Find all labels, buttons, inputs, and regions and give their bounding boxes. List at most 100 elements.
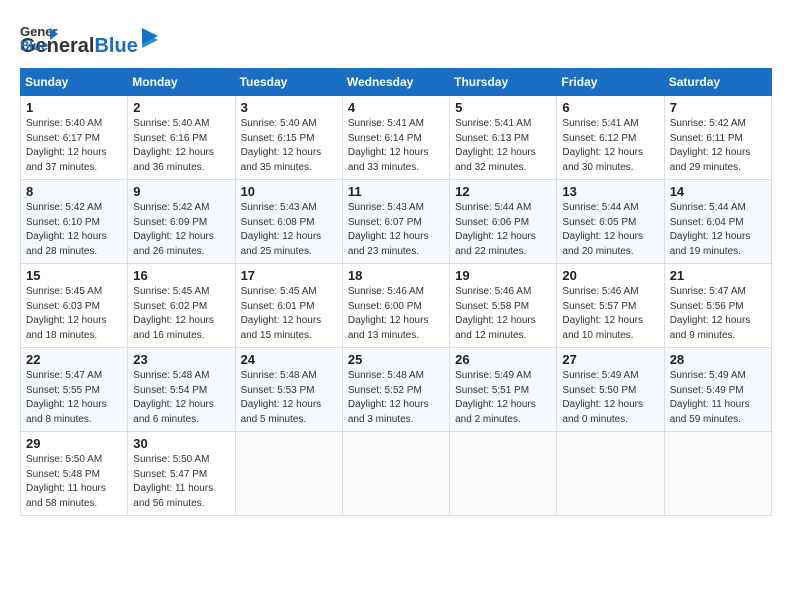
day-info: Sunrise: 5:40 AMSunset: 6:15 PMDaylight:… (241, 117, 337, 175)
day-cell: 15 Sunrise: 5:45 AMSunset: 6:03 PMDayligh… (21, 264, 128, 348)
day-info: Sunrise: 5:46 AMSunset: 5:57 PMDaylight:… (562, 285, 658, 343)
logo-blue: Blue (94, 35, 137, 58)
day-info: Sunrise: 5:44 AMSunset: 6:05 PMDaylight:… (562, 201, 658, 259)
day-cell: 10 Sunrise: 5:43 AMSunset: 6:08 PMDayligh… (235, 180, 342, 264)
day-info: Sunrise: 5:45 AMSunset: 6:02 PMDaylight:… (133, 285, 229, 343)
day-number: 18 (348, 268, 444, 283)
day-number: 9 (133, 184, 229, 199)
day-number: 30 (133, 436, 229, 451)
day-info: Sunrise: 5:42 AMSunset: 6:10 PMDaylight:… (26, 201, 122, 259)
day-info: Sunrise: 5:47 AMSunset: 5:56 PMDaylight:… (670, 285, 766, 343)
day-info: Sunrise: 5:44 AMSunset: 6:06 PMDaylight:… (455, 201, 551, 259)
day-number: 6 (562, 100, 658, 115)
day-cell: 4 Sunrise: 5:41 AMSunset: 6:14 PMDaylight… (342, 96, 449, 180)
day-info: Sunrise: 5:41 AMSunset: 6:13 PMDaylight:… (455, 117, 551, 175)
day-number: 4 (348, 100, 444, 115)
day-number: 3 (241, 100, 337, 115)
day-cell: 27 Sunrise: 5:49 AMSunset: 5:50 PMDayligh… (557, 348, 664, 432)
day-number: 21 (670, 268, 766, 283)
day-cell: 11 Sunrise: 5:43 AMSunset: 6:07 PMDayligh… (342, 180, 449, 264)
day-cell: 26 Sunrise: 5:49 AMSunset: 5:51 PMDayligh… (450, 348, 557, 432)
day-cell: 24 Sunrise: 5:48 AMSunset: 5:53 PMDayligh… (235, 348, 342, 432)
day-cell: 18 Sunrise: 5:46 AMSunset: 6:00 PMDayligh… (342, 264, 449, 348)
day-cell: 1 Sunrise: 5:40 AMSunset: 6:17 PMDaylight… (21, 96, 128, 180)
day-number: 19 (455, 268, 551, 283)
day-info: Sunrise: 5:46 AMSunset: 6:00 PMDaylight:… (348, 285, 444, 343)
day-info: Sunrise: 5:46 AMSunset: 5:58 PMDaylight:… (455, 285, 551, 343)
day-number: 26 (455, 352, 551, 367)
day-number: 27 (562, 352, 658, 367)
day-number: 1 (26, 100, 122, 115)
day-info: Sunrise: 5:50 AMSunset: 5:47 PMDaylight:… (133, 453, 229, 511)
day-cell: 7Sunrise: 5:42 AMSunset: 6:11 PMDaylight… (664, 96, 771, 180)
week-row-1: 1 Sunrise: 5:40 AMSunset: 6:17 PMDaylight… (21, 96, 772, 180)
day-info: Sunrise: 5:47 AMSunset: 5:55 PMDaylight:… (26, 369, 122, 427)
day-cell: 23 Sunrise: 5:48 AMSunset: 5:54 PMDayligh… (128, 348, 235, 432)
day-number: 25 (348, 352, 444, 367)
day-number: 14 (670, 184, 766, 199)
col-header-friday: Friday (557, 69, 664, 96)
day-number: 24 (241, 352, 337, 367)
col-header-tuesday: Tuesday (235, 69, 342, 96)
day-info: Sunrise: 5:40 AMSunset: 6:17 PMDaylight:… (26, 117, 122, 175)
col-header-monday: Monday (128, 69, 235, 96)
day-number: 22 (26, 352, 122, 367)
day-cell: 16 Sunrise: 5:45 AMSunset: 6:02 PMDayligh… (128, 264, 235, 348)
day-cell: 19 Sunrise: 5:46 AMSunset: 5:58 PMDayligh… (450, 264, 557, 348)
day-cell: 2 Sunrise: 5:40 AMSunset: 6:16 PMDaylight… (128, 96, 235, 180)
day-info: Sunrise: 5:42 AMSunset: 6:11 PMDaylight:… (670, 117, 766, 175)
day-info: Sunrise: 5:40 AMSunset: 6:16 PMDaylight:… (133, 117, 229, 175)
day-cell: 5 Sunrise: 5:41 AMSunset: 6:13 PMDaylight… (450, 96, 557, 180)
day-number: 13 (562, 184, 658, 199)
day-info: Sunrise: 5:41 AMSunset: 6:14 PMDaylight:… (348, 117, 444, 175)
day-cell: 6 Sunrise: 5:41 AMSunset: 6:12 PMDaylight… (557, 96, 664, 180)
day-cell: 25 Sunrise: 5:48 AMSunset: 5:52 PMDayligh… (342, 348, 449, 432)
day-info: Sunrise: 5:49 AMSunset: 5:50 PMDaylight:… (562, 369, 658, 427)
day-info: Sunrise: 5:43 AMSunset: 6:08 PMDaylight:… (241, 201, 337, 259)
day-cell: 28Sunrise: 5:49 AMSunset: 5:49 PMDayligh… (664, 348, 771, 432)
header-row: SundayMondayTuesdayWednesdayThursdayFrid… (21, 69, 772, 96)
day-cell: 17Sunrise: 5:45 AMSunset: 6:01 PMDayligh… (235, 264, 342, 348)
day-number: 16 (133, 268, 229, 283)
day-info: Sunrise: 5:41 AMSunset: 6:12 PMDaylight:… (562, 117, 658, 175)
day-cell: 9 Sunrise: 5:42 AMSunset: 6:09 PMDaylight… (128, 180, 235, 264)
col-header-saturday: Saturday (664, 69, 771, 96)
day-cell: 8Sunrise: 5:42 AMSunset: 6:10 PMDaylight… (21, 180, 128, 264)
week-row-4: 22 Sunrise: 5:47 AMSunset: 5:55 PMDayligh… (21, 348, 772, 432)
week-row-5: 29 Sunrise: 5:50 AMSunset: 5:48 PMDayligh… (21, 432, 772, 516)
day-number: 29 (26, 436, 122, 451)
day-info: Sunrise: 5:45 AMSunset: 6:03 PMDaylight:… (26, 285, 122, 343)
day-number: 15 (26, 268, 122, 283)
day-info: Sunrise: 5:45 AMSunset: 6:01 PMDaylight:… (241, 285, 337, 343)
day-cell (557, 432, 664, 516)
day-cell: 21 Sunrise: 5:47 AMSunset: 5:56 PMDayligh… (664, 264, 771, 348)
col-header-thursday: Thursday (450, 69, 557, 96)
day-info: Sunrise: 5:49 AMSunset: 5:51 PMDaylight:… (455, 369, 551, 427)
day-cell: 13 Sunrise: 5:44 AMSunset: 6:05 PMDayligh… (557, 180, 664, 264)
day-info: Sunrise: 5:43 AMSunset: 6:07 PMDaylight:… (348, 201, 444, 259)
day-number: 11 (348, 184, 444, 199)
day-info: Sunrise: 5:48 AMSunset: 5:54 PMDaylight:… (133, 369, 229, 427)
logo: General Blue General Blue (20, 20, 160, 58)
day-cell: 3 Sunrise: 5:40 AMSunset: 6:15 PMDaylight… (235, 96, 342, 180)
day-number: 10 (241, 184, 337, 199)
day-number: 5 (455, 100, 551, 115)
day-cell: 29 Sunrise: 5:50 AMSunset: 5:48 PMDayligh… (21, 432, 128, 516)
day-number: 20 (562, 268, 658, 283)
day-info: Sunrise: 5:48 AMSunset: 5:53 PMDaylight:… (241, 369, 337, 427)
day-cell (664, 432, 771, 516)
day-number: 2 (133, 100, 229, 115)
day-info: Sunrise: 5:44 AMSunset: 6:04 PMDaylight:… (670, 201, 766, 259)
day-info: Sunrise: 5:50 AMSunset: 5:48 PMDaylight:… (26, 453, 122, 511)
day-cell: 20 Sunrise: 5:46 AMSunset: 5:57 PMDayligh… (557, 264, 664, 348)
day-cell (342, 432, 449, 516)
day-cell (450, 432, 557, 516)
day-info: Sunrise: 5:42 AMSunset: 6:09 PMDaylight:… (133, 201, 229, 259)
week-row-3: 15 Sunrise: 5:45 AMSunset: 6:03 PMDayligh… (21, 264, 772, 348)
day-info: Sunrise: 5:48 AMSunset: 5:52 PMDaylight:… (348, 369, 444, 427)
svg-text:Blue: Blue (20, 38, 48, 53)
day-cell: 14 Sunrise: 5:44 AMSunset: 6:04 PMDayligh… (664, 180, 771, 264)
col-header-wednesday: Wednesday (342, 69, 449, 96)
header: General Blue General Blue (20, 20, 772, 58)
day-number: 23 (133, 352, 229, 367)
